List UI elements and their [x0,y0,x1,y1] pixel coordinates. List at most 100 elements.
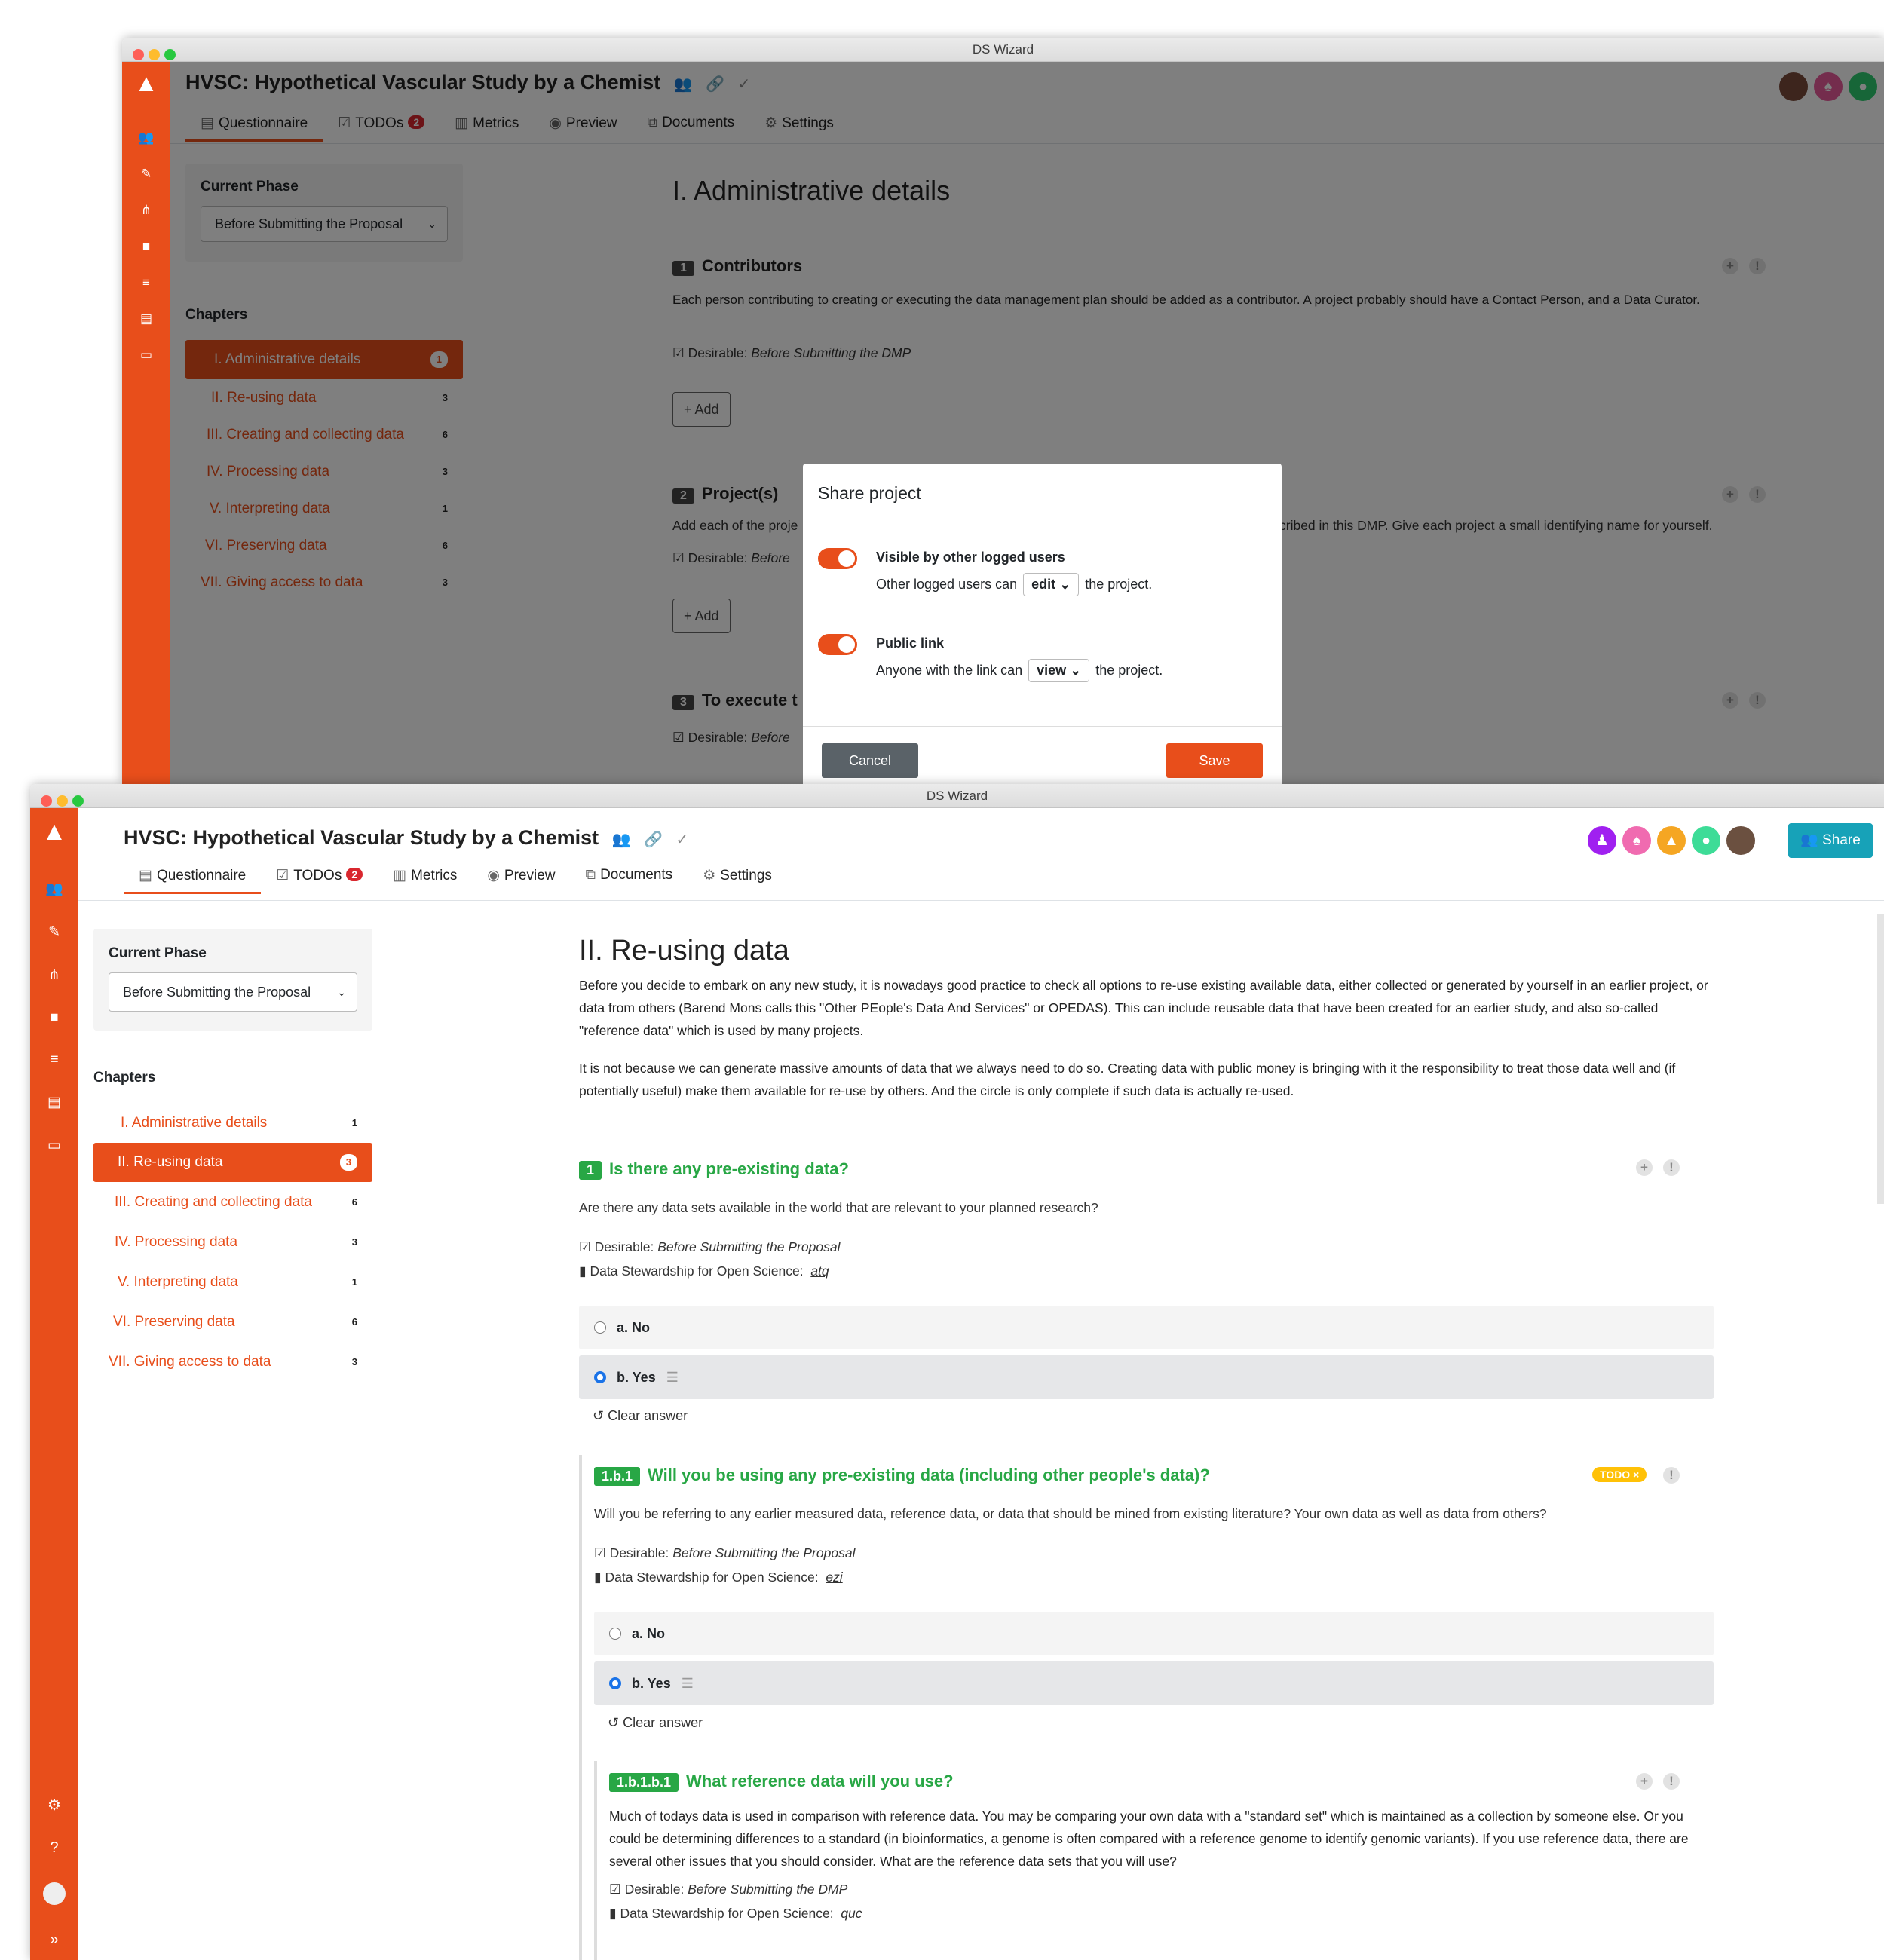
drive-icon[interactable]: ▭ [122,348,170,363]
visible-toggle[interactable] [818,548,857,569]
visible-permission-select[interactable]: edit ⌄ [1023,573,1080,596]
drive-icon[interactable]: ▭ [30,1137,78,1154]
chevron-down-icon: ⌄ [337,986,346,998]
desirable-meta: ☑ Desirable: Before Submitting the DMP [609,1882,848,1897]
tab-preview[interactable]: ◉Preview [472,867,570,894]
radio-button[interactable] [594,1321,606,1334]
help-icon[interactable]: ? [30,1839,78,1857]
sitemap-icon[interactable]: ⋔ [122,203,170,218]
chapter-item[interactable]: I. Administrative details1 [93,1103,372,1143]
followup-indent [579,1455,582,1960]
edit-icon[interactable]: ✎ [30,923,78,941]
logo-icon[interactable]: ▲ [30,817,78,847]
avatar[interactable] [1725,825,1757,856]
checkbox-icon: ☑ [276,868,289,884]
eye-icon: ◉ [487,868,500,884]
add-comment-button[interactable]: + [1636,1159,1653,1176]
chapter-item[interactable]: IV. Processing data3 [93,1222,372,1262]
document-icon[interactable]: ▤ [30,1094,78,1111]
folder-icon[interactable]: ■ [122,239,170,254]
visible-sentence: Other logged users can edit ⌄ the project. [876,573,1152,596]
tab-questionnaire[interactable]: ▤Questionnaire [124,867,262,894]
sidebar: ▲ 👥 ✎ ⋔ ■ ≡ ▤ ▭ ⚙ ? » [30,808,78,1960]
clear-answer-button[interactable]: ↺ Clear answer [593,1408,688,1424]
users-icon[interactable]: 👥 [122,130,170,145]
tab-todos[interactable]: ☑TODOs2 [261,867,378,894]
answer-option[interactable]: b. Yes ☰ [579,1355,1714,1399]
cancel-button[interactable]: Cancel [822,743,918,778]
todo-count-badge: 2 [346,868,363,881]
document-icon[interactable]: ▤ [122,311,170,326]
answer-option[interactable]: a. No [594,1612,1714,1655]
list-icon: ▤ [139,868,152,884]
book-ref-link[interactable]: atq [810,1263,829,1279]
window-title: DS Wizard [926,789,988,803]
users-icon: 👥 [1800,832,1823,848]
scrollbar[interactable] [1877,914,1884,1204]
public-link-toggle[interactable] [818,634,857,655]
book-reference: ▮ Data Stewardship for Open Science: quc [609,1906,862,1921]
chapter-item[interactable]: V. Interpreting data1 [93,1262,372,1302]
add-comment-button[interactable]: + [1636,1773,1653,1790]
user-avatar-icon[interactable] [30,1882,78,1909]
flag-button[interactable]: ! [1663,1773,1680,1790]
intro-paragraph: It is not because we can generate massiv… [579,1061,1676,1098]
divider [803,726,1282,727]
expand-icon[interactable]: » [30,1931,78,1949]
tab-documents[interactable]: ⧉Documents [571,867,688,894]
tab-settings[interactable]: ⚙Settings [688,867,787,894]
answer-option[interactable]: b. Yes ☰ [594,1661,1714,1705]
users-icon[interactable]: 👥 [30,880,78,898]
chapter-item[interactable]: VI. Preserving data6 [93,1302,372,1342]
public-label: Public link [876,635,945,651]
avatar[interactable]: ● [1690,825,1722,856]
tab-metrics[interactable]: ▥Metrics [378,867,472,894]
sitemap-icon[interactable]: ⋔ [30,966,78,984]
public-permission-select[interactable]: view ⌄ [1028,659,1090,682]
radio-button[interactable] [609,1628,621,1640]
phase-box: Current Phase Before Submitting the Prop… [93,929,372,1031]
todo-badge[interactable]: TODO × [1592,1467,1647,1482]
folder-icon[interactable]: ■ [30,1009,78,1026]
title-bar: DS Wizard [30,784,1884,808]
logo-icon[interactable]: ▲ [122,69,170,97]
page-title: HVSC: Hypothetical Vascular Study by a C… [124,826,688,850]
checkbox-icon: ☑ [594,1545,610,1560]
desirable-meta: ☑ Desirable: Before Submitting the Propo… [594,1545,856,1560]
checkbox-icon: ☑ [579,1239,595,1254]
chapter-item[interactable]: II. Re-using data3 [93,1143,372,1182]
avatar[interactable]: ▲ [1656,825,1687,856]
chapter-item[interactable]: III. Creating and collecting data6 [93,1182,372,1222]
settings-icon[interactable]: ⚙ [30,1796,78,1815]
book-icon: ▮ [594,1570,605,1585]
clear-answer-button[interactable]: ↺ Clear answer [608,1715,703,1731]
avatar[interactable]: ♟ [1586,825,1618,856]
undo-icon: ↺ [608,1715,623,1730]
radio-button[interactable] [594,1371,606,1383]
chapter-item[interactable]: VII. Giving access to data3 [93,1342,372,1382]
avatar[interactable]: ♠ [1621,825,1653,856]
flag-button[interactable]: ! [1663,1159,1680,1176]
intro-paragraph: Before you decide to embark on any new s… [579,978,1708,1038]
list-icon: ☰ [666,1370,679,1385]
share-modal: Share project Visible by other logged us… [803,464,1282,784]
share-button[interactable]: 👥 Share [1788,823,1873,858]
radio-button[interactable] [609,1677,621,1689]
save-button[interactable]: Save [1166,743,1263,778]
sidebar: ▲ 👥 ✎ ⋔ ■ ≡ ▤ ▭ [122,62,170,784]
phase-select[interactable]: Before Submitting the Proposal⌄ [109,972,357,1012]
chart-icon: ▥ [393,868,407,884]
undo-icon: ↺ [593,1408,608,1423]
flag-button[interactable]: ! [1663,1467,1680,1484]
edit-icon[interactable]: ✎ [122,167,170,182]
divider [78,900,1884,901]
book-ref-link[interactable]: ezi [826,1570,842,1585]
chapter-heading: II. Re-using data [579,935,789,966]
gears-icon: ⚙ [703,868,716,884]
book-ref-link[interactable]: quc [841,1906,862,1921]
layers-icon[interactable]: ≡ [30,1052,78,1068]
list-icon: ☰ [681,1676,694,1691]
copy-icon: ⧉ [585,867,596,883]
layers-icon[interactable]: ≡ [122,275,170,290]
answer-option[interactable]: a. No [579,1306,1714,1349]
